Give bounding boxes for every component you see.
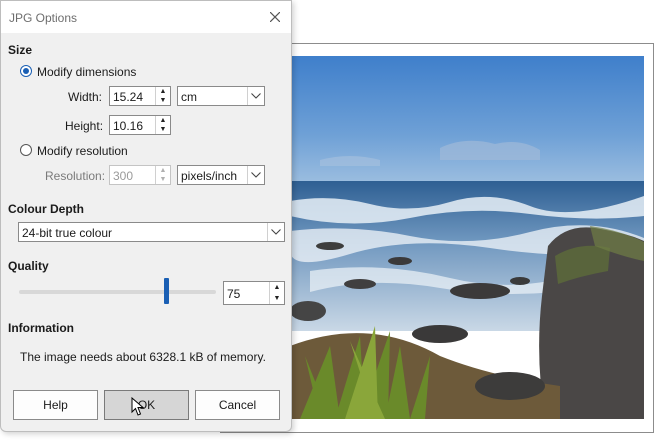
photo-preview [290,56,644,419]
height-value: 10.16 [113,119,144,133]
resolution-value: 300 [113,169,134,183]
resolution-spinbox[interactable]: 300 ▲ ▼ [109,165,171,185]
quality-slider-track[interactable] [19,290,216,294]
quality-value: 75 [227,287,241,301]
spin-down-icon[interactable]: ▼ [156,175,170,184]
quality-spinbox[interactable]: 75 ▲ ▼ [223,281,285,305]
height-spin-arrows[interactable]: ▲ ▼ [155,116,170,134]
colour-depth-value: 24-bit true colour [22,226,113,240]
resolution-unit-value: pixels/inch [181,169,238,183]
close-button[interactable] [263,7,287,27]
spin-down-icon[interactable]: ▼ [270,293,284,304]
modify-resolution-label: Modify resolution [37,144,128,158]
size-heading: Size [8,43,33,57]
dialog-title: JPG Options [9,11,78,25]
resolution-label: Resolution: [45,169,106,183]
unit-value: cm [181,90,197,104]
height-label: Height: [65,119,104,133]
close-icon [270,12,280,22]
colour-depth-dropdown[interactable]: 24-bit true colour [18,222,285,242]
quality-heading: Quality [8,259,49,273]
modify-resolution-radio[interactable] [20,144,32,156]
modify-dimensions-label: Modify dimensions [37,65,137,79]
width-value: 15.24 [113,90,144,104]
seascape-image [290,56,644,419]
cancel-button[interactable]: Cancel [195,390,280,420]
height-spinbox[interactable]: 10.16 ▲ ▼ [109,115,171,135]
help-button[interactable]: Help [13,390,98,420]
unit-dropdown[interactable]: cm [177,86,265,106]
spin-up-icon[interactable]: ▲ [156,87,170,96]
spin-down-icon[interactable]: ▼ [156,96,170,105]
jpg-options-dialog: JPG Options Size Modify dimensions Width… [0,0,292,432]
width-label: Width: [68,90,103,104]
memory-info-text: The image needs about 6328.1 kB of memor… [20,350,266,364]
spin-up-icon[interactable]: ▲ [156,116,170,125]
chevron-down-icon [271,229,281,235]
spin-up-icon[interactable]: ▲ [270,282,284,293]
mouse-cursor-icon [131,397,145,416]
colour-depth-heading: Colour Depth [8,202,84,216]
width-spinbox[interactable]: 15.24 ▲ ▼ [109,86,171,106]
chevron-down-icon [251,93,261,99]
quality-spin-arrows[interactable]: ▲ ▼ [269,282,284,304]
resolution-unit-dropdown[interactable]: pixels/inch [177,165,265,185]
quality-slider-thumb[interactable] [164,278,170,304]
spin-up-icon[interactable]: ▲ [156,166,170,175]
modify-dimensions-radio[interactable] [20,65,32,77]
resolution-spin-arrows[interactable]: ▲ ▼ [155,166,170,184]
ok-button[interactable]: OK [104,390,189,420]
spin-down-icon[interactable]: ▼ [156,125,170,134]
chevron-down-icon [251,172,261,178]
information-heading: Information [8,321,74,335]
width-spin-arrows[interactable]: ▲ ▼ [155,87,170,105]
